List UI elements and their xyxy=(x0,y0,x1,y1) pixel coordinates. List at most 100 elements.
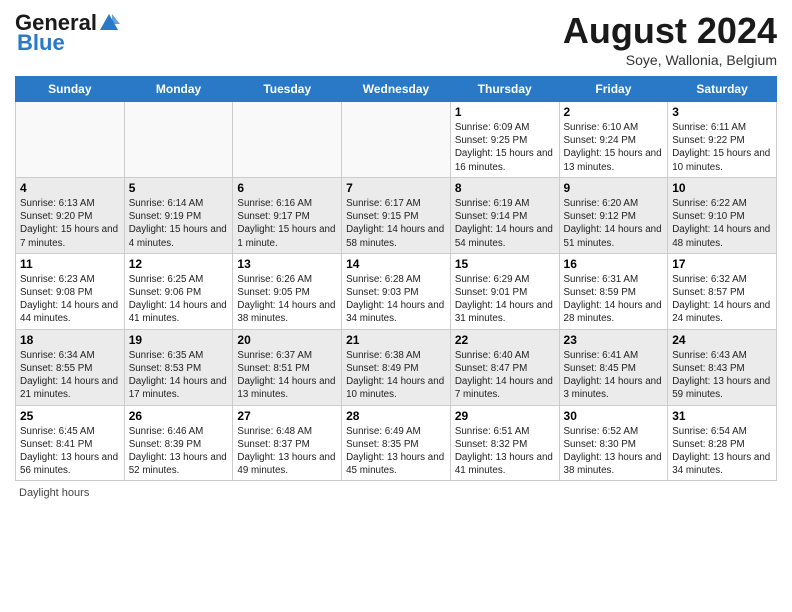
day-info: Sunrise: 6:17 AM Sunset: 9:15 PM Dayligh… xyxy=(346,197,446,250)
day-info: Sunrise: 6:26 AM Sunset: 9:05 PM Dayligh… xyxy=(237,273,337,326)
table-row xyxy=(233,102,342,178)
table-row: 15 Sunrise: 6:29 AM Sunset: 9:01 PM Dayli… xyxy=(450,253,559,329)
day-number: 8 xyxy=(455,181,555,195)
table-row: 31Sunrise: 6:54 AM Sunset: 8:28 PM Dayli… xyxy=(668,405,777,481)
day-info: Sunrise: 6:10 AM Sunset: 9:24 PM Dayligh… xyxy=(564,121,664,174)
table-row: 20 Sunrise: 6:37 AM Sunset: 8:51 PM Dayli… xyxy=(233,329,342,405)
day-number: 11 xyxy=(20,257,120,271)
day-number: 25 xyxy=(20,409,120,423)
page: General Blue August 2024 Soye, Wallonia,… xyxy=(0,0,792,612)
day-number: 14 xyxy=(346,257,446,271)
day-number: 20 xyxy=(237,333,337,347)
table-row: 19Sunrise: 6:35 AM Sunset: 8:53 PM Dayli… xyxy=(124,329,233,405)
daylight-label: Daylight hours xyxy=(19,487,89,499)
day-number: 16 xyxy=(564,257,664,271)
day-info: Sunrise: 6:28 AM Sunset: 9:03 PM Dayligh… xyxy=(346,273,446,326)
table-row: 6 Sunrise: 6:16 AM Sunset: 9:17 PM Daylig… xyxy=(233,177,342,253)
table-row: 24 Sunrise: 6:43 AM Sunset: 8:43 PM Dayli… xyxy=(668,329,777,405)
table-row xyxy=(342,102,451,178)
day-info: Sunrise: 6:51 AM Sunset: 8:32 PM Dayligh… xyxy=(455,425,555,478)
col-sunday: Sunday xyxy=(16,77,125,102)
day-number: 2 xyxy=(564,105,664,119)
day-info: Sunrise: 6:52 AM Sunset: 8:30 PM Dayligh… xyxy=(564,425,664,478)
logo-blue: Blue xyxy=(17,30,65,56)
table-row: 18 Sunrise: 6:34 AM Sunset: 8:55 PM Dayli… xyxy=(16,329,125,405)
month-title: August 2024 xyxy=(563,10,777,52)
day-info: Sunrise: 6:48 AM Sunset: 8:37 PM Dayligh… xyxy=(237,425,337,478)
day-info: Sunrise: 6:09 AM Sunset: 9:25 PM Dayligh… xyxy=(455,121,555,174)
col-friday: Friday xyxy=(559,77,668,102)
table-row: 17Sunrise: 6:32 AM Sunset: 8:57 PM Dayli… xyxy=(668,253,777,329)
table-row xyxy=(124,102,233,178)
table-row: 26 Sunrise: 6:46 AM Sunset: 8:39 PM Dayli… xyxy=(124,405,233,481)
day-number: 30 xyxy=(564,409,664,423)
day-number: 29 xyxy=(455,409,555,423)
col-wednesday: Wednesday xyxy=(342,77,451,102)
day-number: 21 xyxy=(346,333,446,347)
table-row: 16 Sunrise: 6:31 AM Sunset: 8:59 PM Dayli… xyxy=(559,253,668,329)
table-row: 7 Sunrise: 6:17 AM Sunset: 9:15 PM Daylig… xyxy=(342,177,451,253)
day-info: Sunrise: 6:29 AM Sunset: 9:01 PM Dayligh… xyxy=(455,273,555,326)
day-number: 24 xyxy=(672,333,772,347)
day-info: Sunrise: 6:34 AM Sunset: 8:55 PM Dayligh… xyxy=(20,349,120,402)
day-number: 5 xyxy=(129,181,229,195)
day-info: Sunrise: 6:22 AM Sunset: 9:10 PM Dayligh… xyxy=(672,197,772,250)
day-info: Sunrise: 6:38 AM Sunset: 8:49 PM Dayligh… xyxy=(346,349,446,402)
table-row: 11 Sunrise: 6:23 AM Sunset: 9:08 PM Dayli… xyxy=(16,253,125,329)
day-info: Sunrise: 6:46 AM Sunset: 8:39 PM Dayligh… xyxy=(129,425,229,478)
calendar-week-row: 4Sunrise: 6:13 AM Sunset: 9:20 PM Daylig… xyxy=(16,177,777,253)
day-number: 6 xyxy=(237,181,337,195)
day-number: 26 xyxy=(129,409,229,423)
day-number: 12 xyxy=(129,257,229,271)
day-number: 22 xyxy=(455,333,555,347)
table-row: 27Sunrise: 6:48 AM Sunset: 8:37 PM Dayli… xyxy=(233,405,342,481)
day-info: Sunrise: 6:23 AM Sunset: 9:08 PM Dayligh… xyxy=(20,273,120,326)
day-info: Sunrise: 6:41 AM Sunset: 8:45 PM Dayligh… xyxy=(564,349,664,402)
table-row: 4Sunrise: 6:13 AM Sunset: 9:20 PM Daylig… xyxy=(16,177,125,253)
table-row: 21 Sunrise: 6:38 AM Sunset: 8:49 PM Dayli… xyxy=(342,329,451,405)
logo: General Blue xyxy=(15,10,121,56)
col-tuesday: Tuesday xyxy=(233,77,342,102)
table-row: 1 Sunrise: 6:09 AM Sunset: 9:25 PM Daylig… xyxy=(450,102,559,178)
day-info: Sunrise: 6:19 AM Sunset: 9:14 PM Dayligh… xyxy=(455,197,555,250)
footer: Daylight hours xyxy=(15,487,777,499)
title-area: August 2024 Soye, Wallonia, Belgium xyxy=(563,10,777,68)
day-number: 1 xyxy=(455,105,555,119)
day-number: 18 xyxy=(20,333,120,347)
col-saturday: Saturday xyxy=(668,77,777,102)
day-number: 4 xyxy=(20,181,120,195)
day-number: 23 xyxy=(564,333,664,347)
day-info: Sunrise: 6:31 AM Sunset: 8:59 PM Dayligh… xyxy=(564,273,664,326)
day-info: Sunrise: 6:40 AM Sunset: 8:47 PM Dayligh… xyxy=(455,349,555,402)
day-number: 19 xyxy=(129,333,229,347)
day-number: 10 xyxy=(672,181,772,195)
table-row: 23 Sunrise: 6:41 AM Sunset: 8:45 PM Dayli… xyxy=(559,329,668,405)
table-row: 12Sunrise: 6:25 AM Sunset: 9:06 PM Dayli… xyxy=(124,253,233,329)
day-info: Sunrise: 6:14 AM Sunset: 9:19 PM Dayligh… xyxy=(129,197,229,250)
table-row: 29 Sunrise: 6:51 AM Sunset: 8:32 PM Dayli… xyxy=(450,405,559,481)
col-monday: Monday xyxy=(124,77,233,102)
table-row: 9Sunrise: 6:20 AM Sunset: 9:12 PM Daylig… xyxy=(559,177,668,253)
day-info: Sunrise: 6:43 AM Sunset: 8:43 PM Dayligh… xyxy=(672,349,772,402)
header: General Blue August 2024 Soye, Wallonia,… xyxy=(15,10,777,68)
table-row: 14 Sunrise: 6:28 AM Sunset: 9:03 PM Dayli… xyxy=(342,253,451,329)
location: Soye, Wallonia, Belgium xyxy=(563,52,777,68)
table-row xyxy=(16,102,125,178)
logo-icon xyxy=(98,12,120,34)
day-info: Sunrise: 6:16 AM Sunset: 9:17 PM Dayligh… xyxy=(237,197,337,250)
day-info: Sunrise: 6:45 AM Sunset: 8:41 PM Dayligh… xyxy=(20,425,120,478)
table-row: 13Sunrise: 6:26 AM Sunset: 9:05 PM Dayli… xyxy=(233,253,342,329)
calendar: Sunday Monday Tuesday Wednesday Thursday… xyxy=(15,76,777,481)
calendar-header-row: Sunday Monday Tuesday Wednesday Thursday… xyxy=(16,77,777,102)
table-row: 25 Sunrise: 6:45 AM Sunset: 8:41 PM Dayli… xyxy=(16,405,125,481)
day-number: 7 xyxy=(346,181,446,195)
table-row: 10 Sunrise: 6:22 AM Sunset: 9:10 PM Dayli… xyxy=(668,177,777,253)
day-info: Sunrise: 6:37 AM Sunset: 8:51 PM Dayligh… xyxy=(237,349,337,402)
calendar-week-row: 25 Sunrise: 6:45 AM Sunset: 8:41 PM Dayli… xyxy=(16,405,777,481)
col-thursday: Thursday xyxy=(450,77,559,102)
table-row: 22 Sunrise: 6:40 AM Sunset: 8:47 PM Dayli… xyxy=(450,329,559,405)
day-number: 15 xyxy=(455,257,555,271)
table-row: 2 Sunrise: 6:10 AM Sunset: 9:24 PM Daylig… xyxy=(559,102,668,178)
table-row: 30 Sunrise: 6:52 AM Sunset: 8:30 PM Dayli… xyxy=(559,405,668,481)
day-info: Sunrise: 6:32 AM Sunset: 8:57 PM Dayligh… xyxy=(672,273,772,326)
